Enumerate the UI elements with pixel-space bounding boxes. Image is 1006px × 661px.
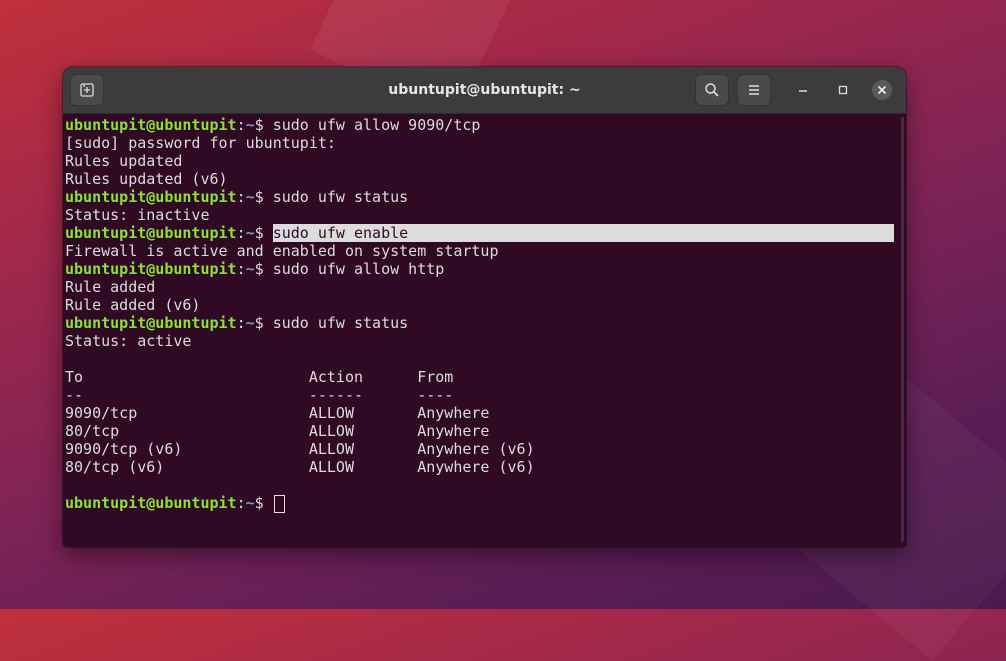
output-line: 80/tcp ALLOW Anywhere [65,422,490,440]
search-icon [705,83,719,97]
prompt-user: ubuntupit@ubuntupit [65,494,237,512]
command-text: sudo ufw status [272,188,409,206]
command-line: ubuntupit@ubuntupit:~$ sudo ufw enable [65,224,900,242]
prompt-user: ubuntupit@ubuntupit [65,188,237,206]
output-line: To Action From [65,368,454,386]
prompt-colon: : [236,188,246,206]
prompt-user: ubuntupit@ubuntupit [65,116,237,134]
command-line: ubuntupit@ubuntupit:~$ sudo ufw status [65,188,900,206]
prompt-user: ubuntupit@ubuntupit [65,260,237,278]
prompt-path: ~ [245,116,255,134]
new-tab-button[interactable] [70,74,104,106]
command-text: sudo ufw status [272,314,409,332]
output-line: Rule added (v6) [65,296,201,314]
prompt-symbol: $ [254,116,273,134]
search-button[interactable] [695,74,729,106]
hamburger-menu-icon [749,85,759,95]
prompt-path: ~ [245,314,255,332]
output-line: Status: inactive [65,206,210,224]
maximize-button[interactable] [833,80,853,100]
prompt-colon: : [236,224,246,242]
output-line: [sudo] password for ubuntupit: [65,134,336,152]
prompt-path: ~ [245,260,255,278]
prompt-path: ~ [245,224,255,242]
command-line: ubuntupit@ubuntupit:~$ sudo ufw status [65,314,900,332]
prompt-path: ~ [245,494,255,512]
command-text: sudo ufw allow 9090/tcp [272,116,481,134]
close-button[interactable] [872,80,892,100]
window-title: ubuntupit@ubuntupit: ~ [388,82,581,98]
scrollbar[interactable] [901,117,904,542]
menu-button[interactable] [737,74,771,106]
command-text: sudo ufw allow http [272,260,445,278]
prompt-symbol: $ [254,494,273,512]
output-line: 9090/tcp (v6) ALLOW Anywhere (v6) [65,440,535,458]
prompt-symbol: $ [254,260,273,278]
maximize-icon [838,85,848,95]
prompt-colon: : [236,116,246,134]
output-line: -- ------ ---- [65,386,454,404]
terminal-output[interactable]: ubuntupit@ubuntupit:~$ sudo ufw allow 90… [63,114,900,547]
close-icon [877,85,887,95]
command-line: ubuntupit@ubuntupit:~$ sudo ufw allow 90… [65,116,900,134]
prompt-line: ubuntupit@ubuntupit:~$ [65,494,900,513]
output-line: 9090/tcp ALLOW Anywhere [65,404,490,422]
prompt-colon: : [236,494,246,512]
terminal-window: ubuntupit@ubuntupit: ~ ubuntupit@ubuntup… [63,67,906,547]
output-line: Rules updated (v6) [65,170,228,188]
prompt-symbol: $ [254,224,273,242]
selected-command-text: sudo ufw enable [272,224,894,242]
output-line: Rule added [65,278,156,296]
text-cursor [273,494,285,513]
prompt-symbol: $ [254,188,273,206]
prompt-colon: : [236,260,246,278]
output-line: Firewall is active and enabled on system… [65,242,499,260]
minimize-icon [799,90,807,92]
header-bar: ubuntupit@ubuntupit: ~ [63,67,906,114]
new-tab-icon [80,83,94,97]
prompt-symbol: $ [254,314,273,332]
prompt-colon: : [236,314,246,332]
prompt-user: ubuntupit@ubuntupit [65,224,237,242]
prompt-path: ~ [245,188,255,206]
output-line: 80/tcp (v6) ALLOW Anywhere (v6) [65,458,535,476]
prompt-user: ubuntupit@ubuntupit [65,314,237,332]
command-line: ubuntupit@ubuntupit:~$ sudo ufw allow ht… [65,260,900,278]
output-line: Status: active [65,332,192,350]
minimize-button[interactable] [793,80,813,100]
output-line: Rules updated [65,152,183,170]
